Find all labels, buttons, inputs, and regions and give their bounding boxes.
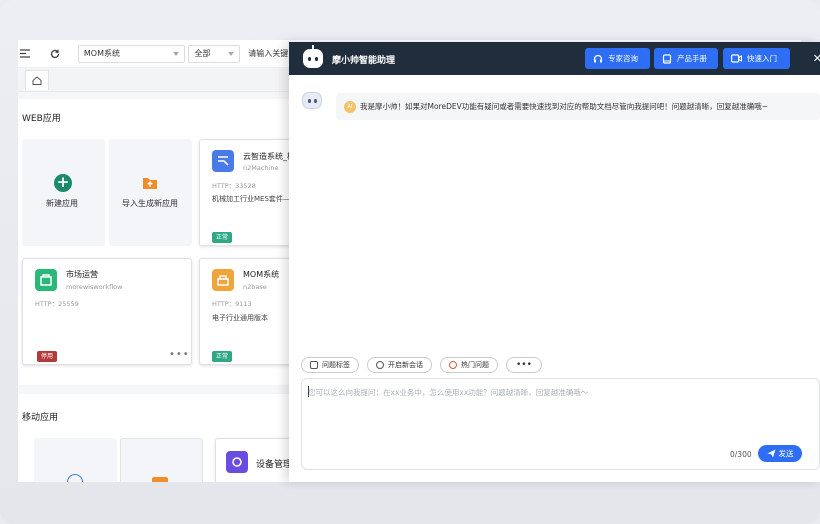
refresh-icon[interactable] <box>48 47 62 61</box>
app-card[interactable]: MOM系统 n2base HTTP：9113 电子行业通用版本 正常 <box>199 258 299 365</box>
headset-icon <box>593 54 603 62</box>
send-button[interactable]: 发送 <box>758 445 802 462</box>
assistant-panel: 摩小帅智能助理 专家咨询 产品手册 快速入门 ✕ AI 我是摩小帅！如果对Mor… <box>289 42 820 482</box>
quick-start-button[interactable]: 快速入门 <box>723 48 790 69</box>
char-counter: 0/300 <box>730 450 752 459</box>
status-badge: 正常 <box>212 232 233 243</box>
app-code: morewisworkflow <box>66 283 123 291</box>
app-card[interactable]: 市场运营 morewisworkflow HTTP：25559 停用 ••• <box>22 258 192 365</box>
video-icon <box>731 54 742 63</box>
app-port: HTTP：9113 <box>212 300 252 308</box>
greeting-message: AI 我是摩小帅！如果对MoreDEV功能有疑问或者需要快速找到对应的帮助文档尽… <box>336 93 820 120</box>
scope-select-value: 全部 <box>194 49 211 58</box>
app-name: 云智造系统_柜 <box>243 152 295 161</box>
menu-icon[interactable] <box>18 47 32 61</box>
chevron-down-icon <box>173 51 180 56</box>
app-description: 电子行业通用版本 <box>212 314 268 322</box>
close-icon[interactable]: ✕ <box>813 52 820 65</box>
system-select-value: MOM系统 <box>83 49 120 58</box>
send-icon <box>767 449 775 458</box>
import-app-label: 导入生成新应用 <box>122 199 178 208</box>
app-port: HTTP：25559 <box>35 300 79 308</box>
mobile-section: 移动应用 设备管理 <box>18 394 315 482</box>
assistant-title: 摩小帅智能助理 <box>332 56 396 66</box>
app-name: 设备管理 <box>256 460 293 470</box>
new-app-label: 新建应用 <box>46 199 78 208</box>
app-description: 机械加工行业MES套件— <box>212 195 290 203</box>
more-actions-button[interactable]: ••• <box>506 357 542 373</box>
scope-select[interactable]: 全部 <box>188 44 241 63</box>
plus-icon: + <box>54 174 72 192</box>
hot-questions-button[interactable]: 热门问题 <box>440 357 498 373</box>
import-mobile-app-card[interactable] <box>120 438 203 482</box>
app-code: n2Machine <box>243 164 279 172</box>
top-toolbar: MOM系统 全部 请输入关键 <box>18 40 308 68</box>
product-manual-button[interactable]: 产品手册 <box>654 48 718 69</box>
expert-consult-button[interactable]: 专家咨询 <box>585 48 650 69</box>
assistant-avatar <box>302 92 322 109</box>
new-mobile-app-card[interactable] <box>34 438 117 482</box>
assistant-header: 摩小帅智能助理 专家咨询 产品手册 快速入门 ✕ <box>289 42 820 75</box>
app-port: HTTP：33528 <box>212 182 256 190</box>
ai-badge-icon: AI <box>344 100 356 113</box>
chat-bubble-icon <box>376 361 384 369</box>
app-logo-icon <box>212 269 234 291</box>
question-tags-label: 问题标签 <box>322 361 350 369</box>
more-options-icon[interactable]: ••• <box>169 349 190 360</box>
question-tags-button[interactable]: 问题标签 <box>301 357 359 373</box>
book-icon <box>662 53 672 64</box>
quick-start-label: 快速入门 <box>747 54 777 63</box>
plus-icon <box>67 474 83 482</box>
web-section-title: WEB应用 <box>22 114 61 124</box>
import-app-card[interactable]: 导入生成新应用 <box>109 139 192 246</box>
app-name: MOM系统 <box>243 270 280 279</box>
bookmark-icon <box>310 361 318 369</box>
app-name: 市场运营 <box>66 270 98 279</box>
expert-consult-label: 专家咨询 <box>608 54 638 63</box>
app-logo-icon <box>226 451 248 473</box>
new-session-label: 开启新会话 <box>388 361 423 369</box>
home-tab[interactable] <box>25 70 49 90</box>
hot-questions-label: 热门问题 <box>461 361 489 369</box>
send-label: 发送 <box>778 449 794 458</box>
quick-actions: 问题标签 开启新会话 热门问题 ••• <box>301 357 542 373</box>
app-logo-icon <box>212 150 234 172</box>
web-section: WEB应用 + 新建应用 导入生成新应用 云智造系统_柜 n2Machine H… <box>18 99 308 385</box>
new-app-card[interactable]: + 新建应用 <box>22 139 105 246</box>
app-code: n2base <box>243 283 267 291</box>
chevron-down-icon <box>228 51 235 56</box>
upload-folder-icon <box>143 178 157 189</box>
fire-icon <box>449 361 457 369</box>
product-manual-label: 产品手册 <box>677 54 707 63</box>
status-badge: 正常 <box>212 351 233 362</box>
robot-icon <box>303 45 323 68</box>
question-input[interactable]: 您可以这么向我提问：在xx业务中，怎么使用xx功能？问题越清晰，回复越准确哦～ … <box>301 378 820 470</box>
system-select[interactable]: MOM系统 <box>77 44 186 63</box>
status-badge: 停用 <box>37 351 58 362</box>
app-logo-icon <box>35 269 57 291</box>
app-card[interactable]: 云智造系统_柜 n2Machine HTTP：33528 机械加工行业MES套件… <box>199 139 299 246</box>
greeting-text: 我是摩小帅！如果对MoreDEV功能有疑问或者需要快速找到对应的帮助文档尽管向我… <box>360 102 769 111</box>
upload-folder-icon <box>152 477 168 482</box>
question-input-placeholder: 您可以这么向我提问：在xx业务中，怎么使用xx功能？问题越清晰，回复越准确哦～ <box>308 388 589 397</box>
app-list-area: WEB应用 + 新建应用 导入生成新应用 云智造系统_柜 n2Machine H… <box>18 92 315 482</box>
home-icon <box>32 76 42 85</box>
mobile-section-title: 移动应用 <box>22 413 59 423</box>
new-session-button[interactable]: 开启新会话 <box>367 357 432 373</box>
tab-bar <box>18 68 308 92</box>
